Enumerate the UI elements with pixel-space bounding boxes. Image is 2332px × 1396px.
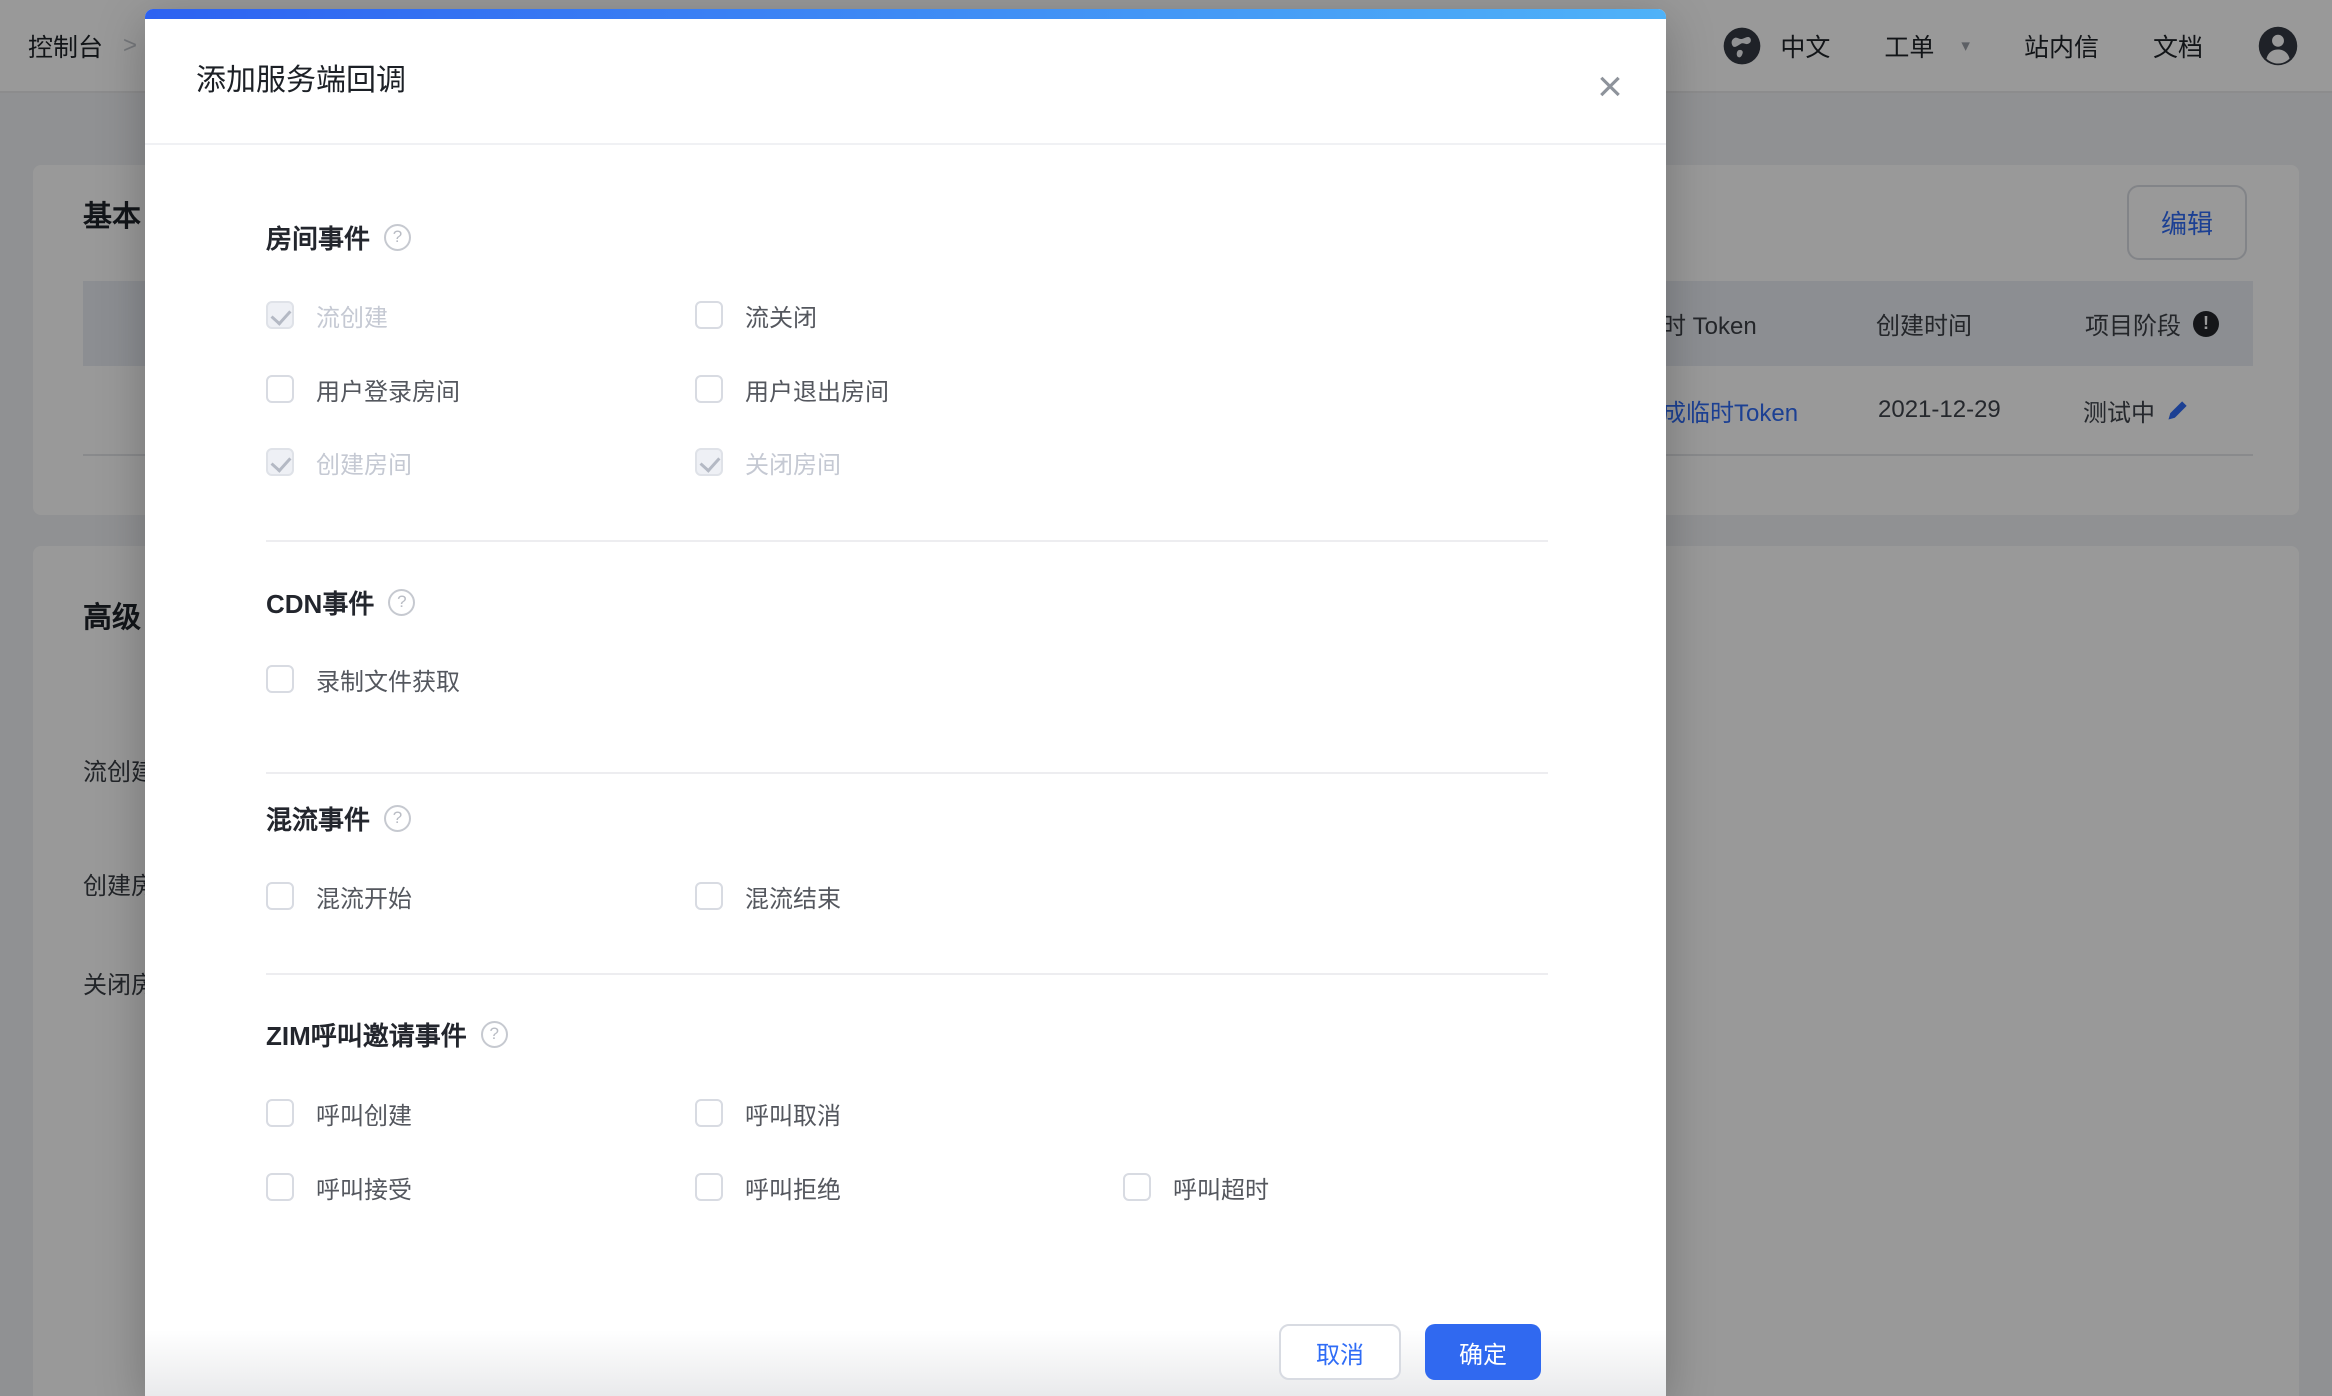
checkbox-mix-end[interactable]: 混流结束: [695, 878, 841, 914]
dialog-accent-bar: [145, 9, 1666, 19]
checkbox-box[interactable]: [266, 1099, 294, 1127]
checkbox-box: [695, 448, 723, 476]
checkbox-call-created[interactable]: 呼叫创建: [266, 1095, 412, 1131]
checkbox-box: [266, 301, 294, 329]
help-icon[interactable]: ?: [481, 1021, 508, 1048]
checkbox-box: [266, 448, 294, 476]
confirm-button[interactable]: 确定: [1425, 1324, 1541, 1380]
dialog-header-divider: [145, 143, 1666, 145]
checkbox-box[interactable]: [695, 1173, 723, 1201]
checkbox-create-room: 创建房间: [266, 444, 412, 480]
checkbox-box[interactable]: [695, 1099, 723, 1127]
section-divider: [266, 772, 1548, 774]
checkbox-call-rejected[interactable]: 呼叫拒绝: [695, 1169, 841, 1205]
checkbox-recording-file-fetch[interactable]: 录制文件获取: [266, 661, 460, 697]
help-icon[interactable]: ?: [388, 589, 415, 616]
section-title-zim-call-events: ZIM呼叫邀请事件 ?: [266, 1016, 508, 1052]
checkbox-call-accepted[interactable]: 呼叫接受: [266, 1169, 412, 1205]
checkbox-call-timeout[interactable]: 呼叫超时: [1123, 1169, 1269, 1205]
checkbox-box[interactable]: [695, 882, 723, 910]
help-icon[interactable]: ?: [384, 805, 411, 832]
checkbox-box[interactable]: [695, 375, 723, 403]
checkbox-box[interactable]: [266, 882, 294, 910]
section-title-mix-events: 混流事件 ?: [266, 800, 411, 836]
section-title-cdn-events: CDN事件 ?: [266, 584, 415, 620]
checkbox-call-cancelled[interactable]: 呼叫取消: [695, 1095, 841, 1131]
checkbox-close-room: 关闭房间: [695, 444, 841, 480]
help-icon[interactable]: ?: [384, 224, 411, 251]
checkbox-box[interactable]: [266, 375, 294, 403]
dialog-title: 添加服务端回调: [196, 63, 406, 99]
close-icon[interactable]: ×: [1582, 59, 1638, 115]
section-title-room-events: 房间事件 ?: [266, 219, 411, 255]
checkbox-stream-closed[interactable]: 流关闭: [695, 297, 817, 333]
checkbox-box[interactable]: [1123, 1173, 1151, 1201]
add-server-callback-dialog: 添加服务端回调 × 房间事件 ? 流创建 流关闭 用户登录房间 用户退出房间 创…: [145, 9, 1666, 1396]
checkbox-user-exit-room[interactable]: 用户退出房间: [695, 371, 889, 407]
checkbox-user-login-room[interactable]: 用户登录房间: [266, 371, 460, 407]
cancel-button[interactable]: 取消: [1279, 1324, 1401, 1380]
checkbox-box[interactable]: [266, 665, 294, 693]
section-divider: [266, 540, 1548, 542]
checkbox-mix-start[interactable]: 混流开始: [266, 878, 412, 914]
checkbox-stream-created: 流创建: [266, 297, 388, 333]
checkbox-box[interactable]: [266, 1173, 294, 1201]
checkbox-box[interactable]: [695, 301, 723, 329]
section-divider: [266, 973, 1548, 975]
